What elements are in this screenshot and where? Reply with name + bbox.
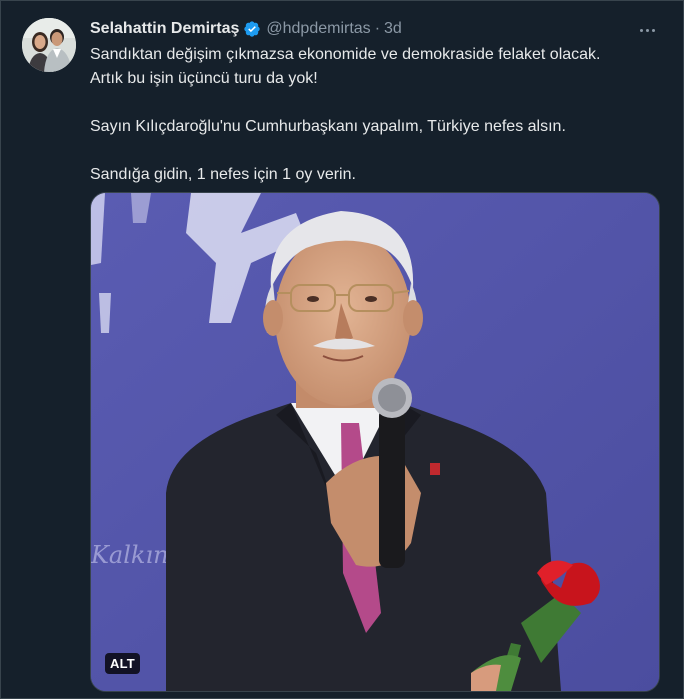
tweet-text: Sandıktan değişim çıkmazsa ekonomide ve …: [90, 43, 660, 187]
tweet-card[interactable]: Selahattin Demirtaş @hdpdemirtas · 3d Sa…: [0, 0, 684, 699]
tweet-timestamp[interactable]: 3d: [384, 20, 402, 38]
photo-image: Kalkınma: [91, 193, 659, 691]
tweet-photo[interactable]: Kalkınma ALT: [90, 192, 660, 692]
tweet-line: Sandığa gidin, 1 nefes için 1 oy verin.: [90, 166, 356, 183]
alt-text-badge[interactable]: ALT: [105, 653, 140, 674]
author-handle[interactable]: @hdpdemirtas: [266, 20, 370, 38]
verified-badge-icon[interactable]: [243, 20, 261, 38]
author-avatar[interactable]: [22, 18, 76, 72]
author-name[interactable]: Selahattin Demirtaş: [90, 20, 239, 38]
avatar-photo: [22, 18, 76, 72]
separator-dot: ·: [374, 20, 381, 37]
tweet-line: Artık bu işin üçüncü turu da yok!: [90, 70, 318, 87]
tweet-line: Sayın Kılıçdaroğlu'nu Cumhurbaşkanı yapa…: [90, 118, 566, 135]
tweet-header: Selahattin Demirtaş @hdpdemirtas · 3d: [90, 19, 402, 39]
more-options-icon[interactable]: [637, 21, 659, 39]
tweet-line: Sandıktan değişim çıkmazsa ekonomide ve …: [90, 46, 601, 63]
